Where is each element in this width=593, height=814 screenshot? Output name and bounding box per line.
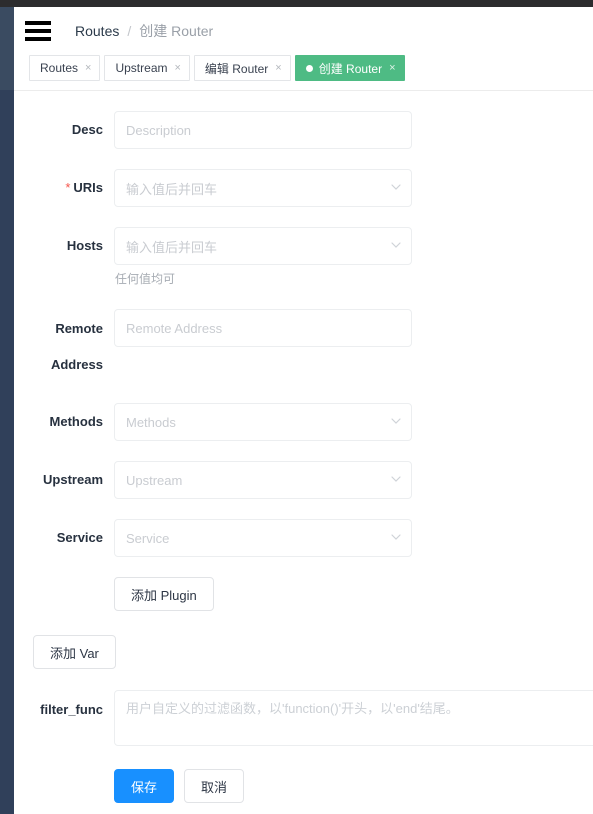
create-router-form: Desc Description * URIs 输入值后并回车 Hosts 输入值… xyxy=(14,92,593,814)
field-control-hosts: 输入值后并回车 任何值均可 xyxy=(114,227,412,287)
field-control-uris: 输入值后并回车 xyxy=(114,169,412,207)
browser-top-strip xyxy=(0,0,593,7)
active-dot-icon xyxy=(305,64,313,72)
field-label-uris: * URIs xyxy=(25,169,114,197)
hosts-help-text: 任何值均可 xyxy=(115,272,176,286)
hamburger-bar-1 xyxy=(25,21,51,25)
tab-routes[interactable]: Routes × xyxy=(29,55,101,81)
field-row-add-plugin: 添加 Plugin xyxy=(114,577,214,611)
field-row-remote-address: Remote Address Remote Address xyxy=(25,309,412,383)
hamburger-bar-3 xyxy=(25,37,51,41)
field-control-remote-address: Remote Address xyxy=(114,309,412,347)
desc-input[interactable]: Description xyxy=(114,111,412,149)
field-row-add-var: 添加 Var xyxy=(33,635,116,669)
field-row-service: Service Service xyxy=(25,519,412,557)
breadcrumb-current: 创建 Router xyxy=(139,23,214,39)
field-control-filter-func: 用户自定义的过滤函数，以'function()'开头，以'end'结尾。 xyxy=(114,690,593,746)
field-control-desc: Description xyxy=(114,111,412,149)
tab-label: Upstream xyxy=(115,61,168,75)
upstream-input[interactable]: Upstream xyxy=(114,461,412,499)
tab-label: 创建 Router xyxy=(318,61,383,76)
add-plugin-button[interactable]: 添加 Plugin xyxy=(114,577,214,611)
field-label-upstream: Upstream xyxy=(43,472,103,487)
field-row-upstream: Upstream Upstream xyxy=(25,461,412,499)
app-window: Routes / 创建 Router Routes × Upstream × 编… xyxy=(0,0,593,814)
close-icon[interactable]: × xyxy=(275,62,281,74)
breadcrumb: Routes / 创建 Router xyxy=(75,21,213,41)
field-label-desc: Desc xyxy=(71,122,103,137)
uris-input[interactable]: 输入值后并回车 xyxy=(114,169,412,207)
field-label-methods: Methods xyxy=(49,414,103,429)
filter-func-textarea[interactable]: 用户自定义的过滤函数，以'function()'开头，以'end'结尾。 xyxy=(114,690,593,746)
close-icon[interactable]: × xyxy=(174,62,180,74)
field-control-upstream: Upstream xyxy=(114,461,412,499)
field-label-service: Service xyxy=(56,530,103,545)
field-row-methods: Methods Methods xyxy=(25,403,412,441)
field-row-uris: * URIs 输入值后并回车 xyxy=(25,169,412,207)
add-var-button[interactable]: 添加 Var xyxy=(33,635,116,669)
save-button[interactable]: 保存 xyxy=(114,769,175,803)
tab-label: 编辑 Router xyxy=(204,61,269,76)
cancel-button[interactable]: 取消 xyxy=(184,769,245,803)
form-actions: 保存 取消 xyxy=(114,769,245,803)
field-label-uris-text: URIs xyxy=(73,180,103,195)
sidebar-rail-lower[interactable] xyxy=(0,90,14,814)
field-row-filter-func: filter_func 用户自定义的过滤函数，以'function()'开头，以… xyxy=(25,690,593,746)
hosts-input[interactable]: 输入值后并回车 xyxy=(114,227,412,265)
field-row-desc: Desc Description xyxy=(25,111,412,149)
field-label-filter-func: filter_func xyxy=(40,702,103,717)
field-control-methods: Methods xyxy=(114,403,412,441)
service-input[interactable]: Service xyxy=(114,519,412,557)
tab-create-router[interactable]: 创建 Router × xyxy=(294,55,405,81)
tab-upstream[interactable]: Upstream × xyxy=(104,55,190,81)
remote-address-input[interactable]: Remote Address xyxy=(114,309,412,347)
page-header: Routes / 创建 Router xyxy=(14,7,593,55)
field-label-hosts: Hosts xyxy=(66,238,103,253)
tab-bar: Routes × Upstream × 编辑 Router × 创建 Route… xyxy=(14,55,593,91)
close-icon[interactable]: × xyxy=(85,62,91,74)
field-control-service: Service xyxy=(114,519,412,557)
breadcrumb-separator: / xyxy=(127,23,132,39)
tab-label: Routes xyxy=(40,61,79,75)
close-icon[interactable]: × xyxy=(389,62,395,74)
field-row-hosts: Hosts 输入值后并回车 任何值均可 xyxy=(25,227,412,287)
hamburger-icon[interactable] xyxy=(25,21,51,41)
breadcrumb-root[interactable]: Routes xyxy=(75,23,119,39)
tab-edit-router[interactable]: 编辑 Router × xyxy=(193,55,291,81)
required-asterisk: * xyxy=(65,180,71,195)
hamburger-bar-2 xyxy=(25,29,51,33)
methods-input[interactable]: Methods xyxy=(114,403,412,441)
field-label-remote-address: Remote Address xyxy=(50,321,103,372)
